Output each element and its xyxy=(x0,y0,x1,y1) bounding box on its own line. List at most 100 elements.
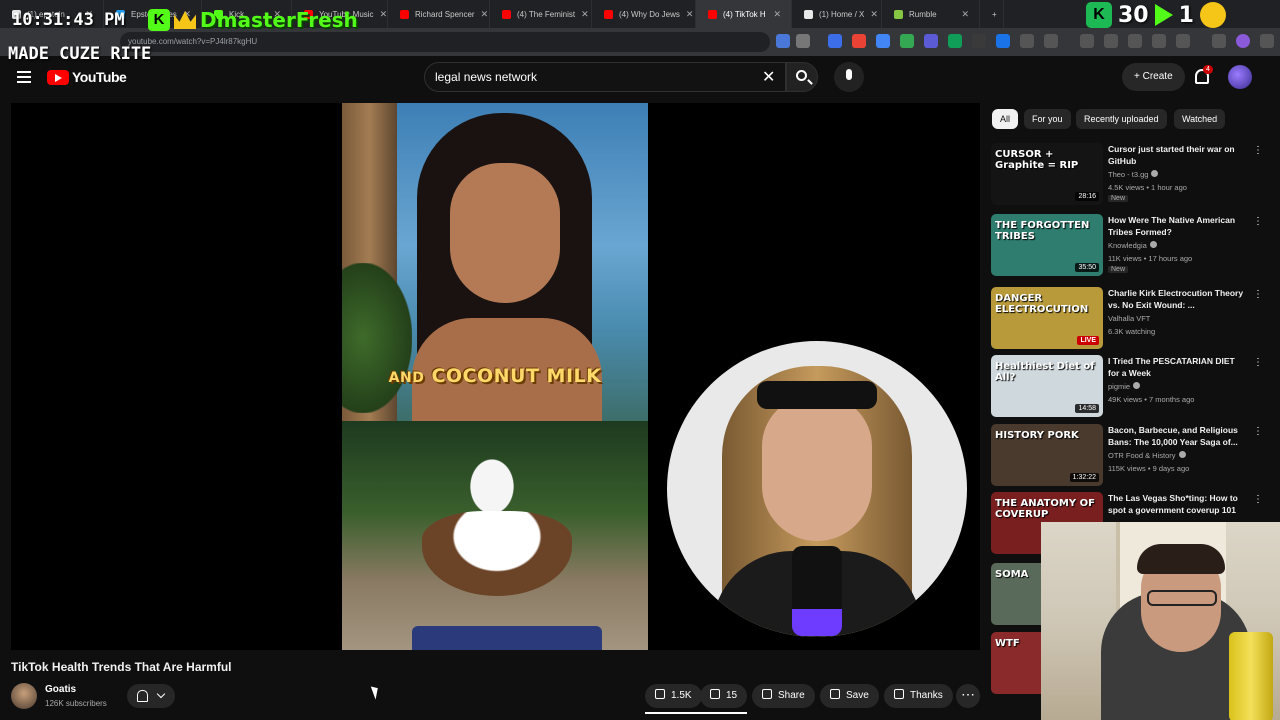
address-bar[interactable]: youtube.com/watch?v=PJ4lr87kgHU xyxy=(120,32,770,52)
code-icon[interactable] xyxy=(1128,34,1142,48)
tab-label: Richard Spencer xyxy=(415,9,475,19)
recommendation-title[interactable]: How Were The Native American Tribes Form… xyxy=(1108,214,1248,238)
browser-tab[interactable]: (4) The Feminist ✕ xyxy=(490,0,592,28)
subscribed-bell-button[interactable] xyxy=(127,684,175,708)
recommendation-title[interactable]: I Tried The PESCATARIAN DIET for a Week xyxy=(1108,355,1248,379)
more-actions-icon[interactable]: ⋯ xyxy=(956,684,980,708)
recommendation-channel[interactable]: pigmie xyxy=(1108,382,1141,391)
recommendation-item[interactable]: Healthiest Diet of All? 14:58 I Tried The … xyxy=(991,355,1271,417)
share-button[interactable]: Share xyxy=(752,684,815,708)
recommendation-item[interactable]: DANGER ELECTROCUTION LIVE Charlie Kirk Ele… xyxy=(991,287,1271,349)
recommendation-channel[interactable]: Theo - t3.gg xyxy=(1108,170,1159,179)
tab-close-icon[interactable]: ✕ xyxy=(961,9,969,20)
refresh-icon[interactable] xyxy=(1104,34,1118,48)
voice-search-icon[interactable] xyxy=(834,62,864,92)
extension-icon[interactable] xyxy=(828,34,842,48)
plus-icon: + xyxy=(1134,71,1143,82)
chip-for-you[interactable]: For you xyxy=(1024,109,1071,129)
tab-close-icon[interactable]: ✕ xyxy=(870,9,878,20)
menu-icon[interactable] xyxy=(1212,34,1226,48)
create-button[interactable]: + Create xyxy=(1122,63,1185,91)
browser-tab[interactable]: Rumble ✕ xyxy=(882,0,980,28)
browser-tab[interactable]: (1) Home / X ✕ xyxy=(792,0,882,28)
more-options-icon[interactable]: ⋮ xyxy=(1253,145,1263,156)
recommendation-channel[interactable]: Knowledgia xyxy=(1108,241,1157,250)
youtube-play-icon xyxy=(47,69,69,85)
download-icon[interactable] xyxy=(1176,34,1190,48)
tab-close-icon[interactable]: ✕ xyxy=(773,9,781,20)
bookmark-star-icon[interactable] xyxy=(796,34,810,48)
extension-icon[interactable] xyxy=(972,34,986,48)
recommendation-title[interactable]: The Las Vegas Sho*ting: How to spot a go… xyxy=(1108,492,1248,516)
extension-icon[interactable] xyxy=(996,34,1010,48)
video-thumbnail[interactable]: Healthiest Diet of All? 14:58 xyxy=(991,355,1103,417)
video-player[interactable]: AND COCONUT MILK xyxy=(11,103,980,650)
kick-logo-icon: K xyxy=(148,9,170,31)
stream-caption: MADE CUZE RITE xyxy=(8,44,152,64)
more-options-icon[interactable]: ⋮ xyxy=(1253,289,1263,300)
profile-avatar[interactable] xyxy=(1236,34,1250,48)
more-options-icon[interactable]: ⋮ xyxy=(1253,216,1263,227)
browser-tab[interactable]: Richard Spencer ✕ xyxy=(388,0,490,28)
tab-close-icon[interactable]: ✕ xyxy=(380,9,387,20)
chip-recently-uploaded[interactable]: Recently uploaded xyxy=(1076,109,1167,129)
more-options-icon[interactable]: ⋮ xyxy=(1253,426,1263,437)
hamburger-menu-icon[interactable] xyxy=(17,71,31,83)
more-options-icon[interactable]: ⋮ xyxy=(1253,494,1263,505)
clip-bottom-frame xyxy=(342,421,648,650)
account-avatar[interactable] xyxy=(1228,65,1252,89)
recommendation-title[interactable]: Charlie Kirk Electrocution Theory vs. No… xyxy=(1108,287,1248,311)
video-thumbnail[interactable]: CURSOR + Graphite = RIP 28:16 xyxy=(991,143,1103,205)
video-thumbnail[interactable]: THE FORGOTTEN TRIBES 35:50 xyxy=(991,214,1103,276)
browser-tab[interactable]: (4) TikTok H ✕ xyxy=(696,0,792,28)
history-icon[interactable] xyxy=(1080,34,1094,48)
search-input[interactable]: legal news network xyxy=(424,62,786,92)
recommendation-channel[interactable]: OTR Food & History xyxy=(1108,451,1186,460)
recommendation-title[interactable]: Bacon, Barbecue, and Religious Bans: The… xyxy=(1108,424,1248,448)
stream-counters: K 30 1 xyxy=(1086,2,1226,28)
recommendation-item[interactable]: CURSOR + Graphite = RIP 28:16 Cursor just … xyxy=(991,143,1271,205)
channel-name[interactable]: Goatis xyxy=(45,684,76,695)
facecam-circle xyxy=(667,341,967,637)
sidebar-icon[interactable] xyxy=(1152,34,1166,48)
clip-top-frame: AND COCONUT MILK xyxy=(342,103,648,428)
recommendation-channel[interactable]: Valhalla VFT xyxy=(1108,314,1150,323)
more-menu-icon[interactable] xyxy=(1260,34,1274,48)
cast-icon[interactable] xyxy=(776,34,790,48)
extension-icon[interactable] xyxy=(948,34,962,48)
thanks-button[interactable]: Thanks xyxy=(884,684,953,708)
more-options-icon[interactable]: ⋮ xyxy=(1253,357,1263,368)
chip-watched[interactable]: Watched xyxy=(1174,109,1226,129)
dislike-button[interactable]: 15 xyxy=(700,684,748,708)
extension-icon[interactable] xyxy=(1044,34,1058,48)
extension-icon[interactable] xyxy=(876,34,890,48)
puzzle-icon[interactable] xyxy=(1020,34,1034,48)
tab-close-icon[interactable]: ✕ xyxy=(686,9,694,20)
recommendation-item[interactable]: HISTORY PORK 1:32:22 Bacon, Barbecue, and … xyxy=(991,424,1271,486)
extension-icon[interactable] xyxy=(924,34,938,48)
kick-logo-icon: K xyxy=(1086,2,1112,28)
tab-close-icon[interactable]: ✕ xyxy=(581,9,589,20)
extension-icon[interactable] xyxy=(852,34,866,48)
video-thumbnail[interactable]: DANGER ELECTROCUTION LIVE xyxy=(991,287,1103,349)
new-tab-button[interactable]: + xyxy=(980,0,1004,28)
chip-all[interactable]: All xyxy=(992,109,1019,129)
recommendation-meta: 11K views • 17 hours ago xyxy=(1108,254,1193,263)
recommendation-meta: 4.5K views • 1 hour ago xyxy=(1108,183,1187,192)
tab-label: (1) Home / X xyxy=(819,9,865,19)
channel-avatar[interactable] xyxy=(11,683,37,709)
youtube-logo[interactable]: YouTube xyxy=(47,69,127,85)
search-button[interactable] xyxy=(786,62,818,92)
dislike-count: 15 xyxy=(726,690,738,701)
like-button[interactable]: 1.5K xyxy=(645,684,702,708)
recommendation-item[interactable]: THE FORGOTTEN TRIBES 35:50 How Were The Na… xyxy=(991,214,1271,276)
video-thumbnail[interactable]: HISTORY PORK 1:32:22 xyxy=(991,424,1103,486)
crown-icon xyxy=(174,11,196,29)
clear-search-icon[interactable]: ✕ xyxy=(762,67,775,87)
save-button[interactable]: Save xyxy=(820,684,879,708)
extension-icon[interactable] xyxy=(900,34,914,48)
browser-tab[interactable]: (4) Why Do Jews ✕ xyxy=(592,0,696,28)
recommendation-title[interactable]: Cursor just started their war on GitHub xyxy=(1108,143,1248,167)
thumbnail-text: THE ANATOMY OF COVERUP xyxy=(995,498,1095,520)
tab-close-icon[interactable]: ✕ xyxy=(481,9,489,20)
